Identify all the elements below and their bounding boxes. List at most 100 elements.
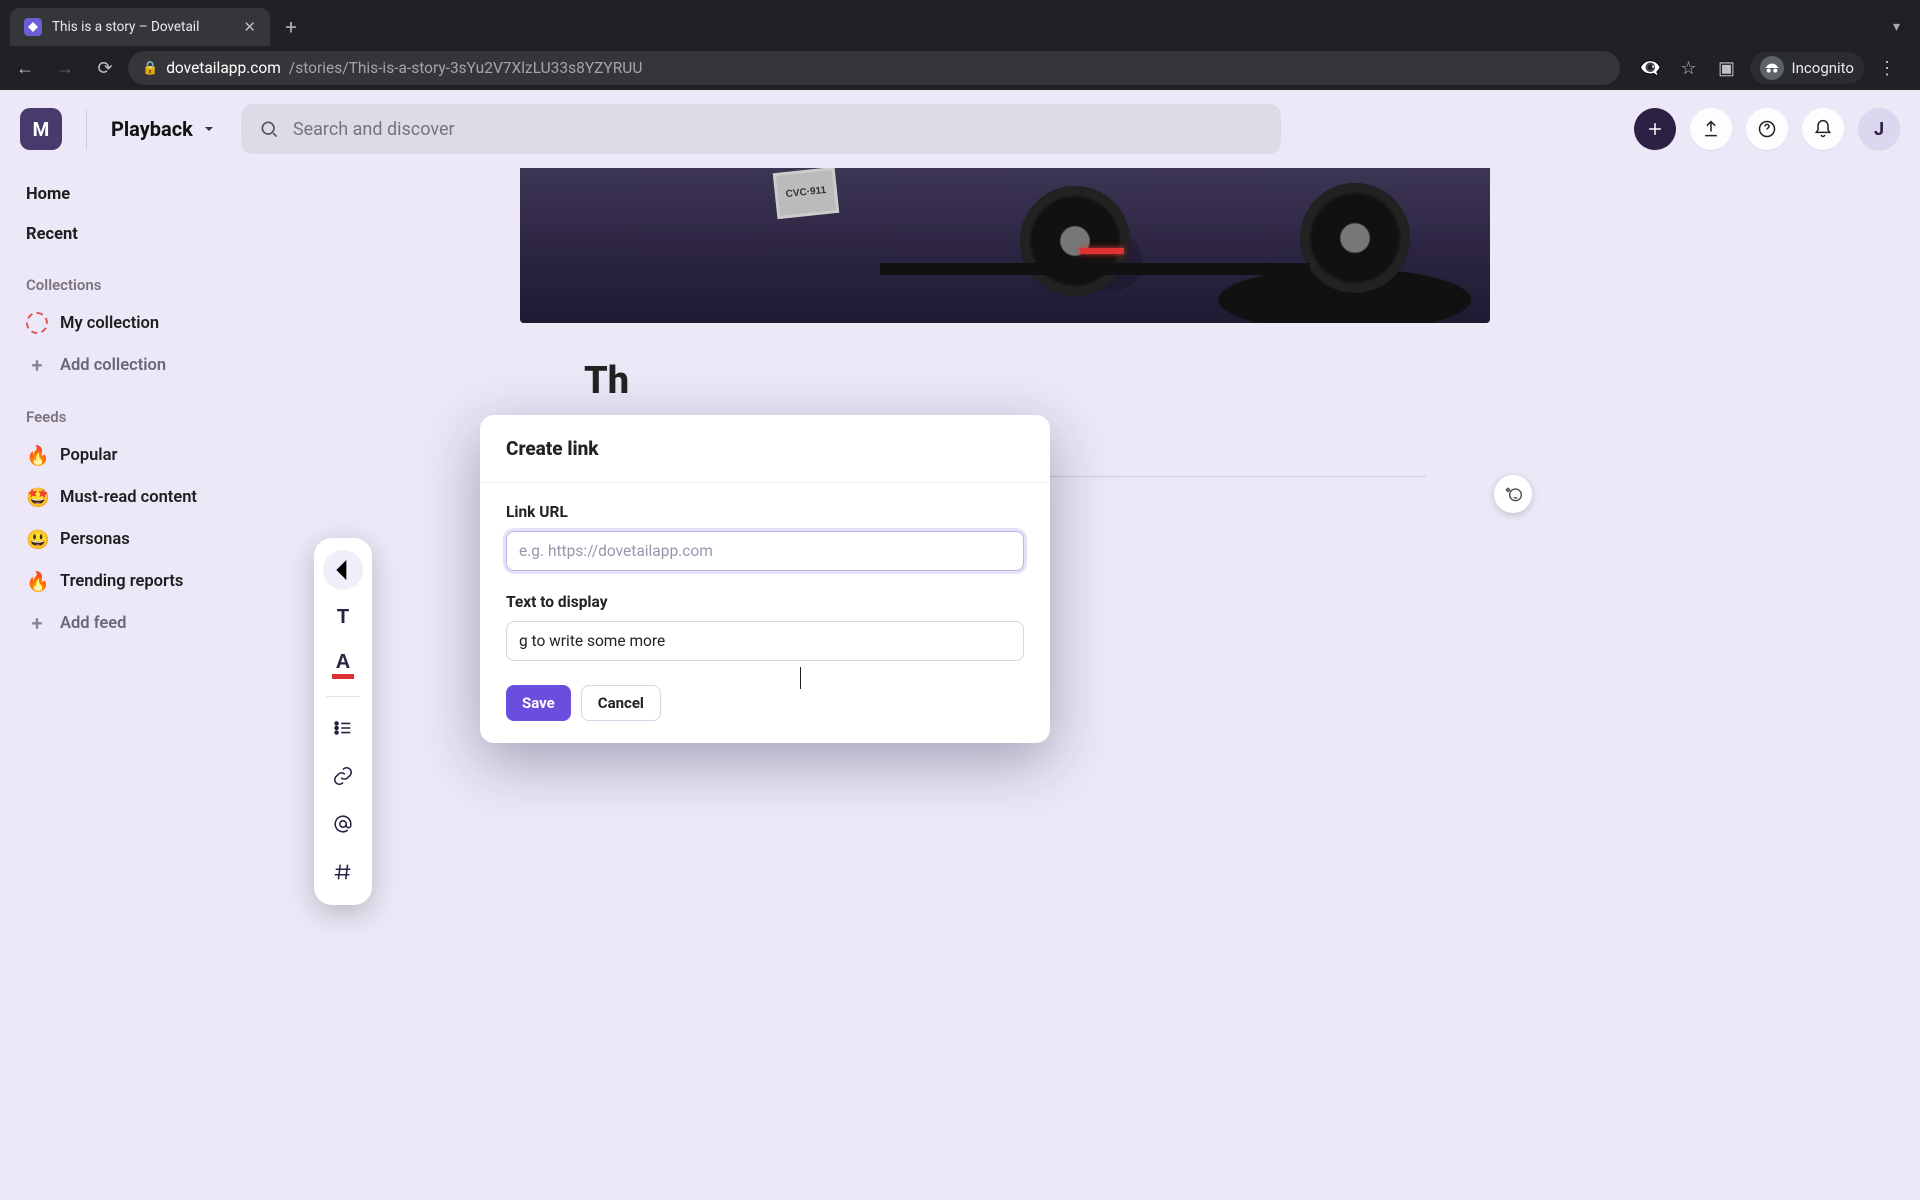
- sidebar-recent[interactable]: Recent: [18, 214, 270, 254]
- create-button[interactable]: [1634, 108, 1676, 150]
- color-swatch: [332, 674, 354, 679]
- sidebar-feed-trending[interactable]: 🔥 Trending reports: [18, 560, 270, 602]
- bell-icon: [1813, 119, 1833, 139]
- sidebar-item-label: Trending reports: [60, 572, 183, 591]
- save-button[interactable]: Save: [506, 685, 571, 721]
- text-style-button[interactable]: T: [323, 596, 363, 638]
- question-icon: [1757, 119, 1777, 139]
- text-caret: [800, 667, 801, 689]
- divider: [86, 109, 87, 149]
- search-icon: [259, 119, 279, 139]
- star-eyes-icon: 🤩: [26, 486, 48, 509]
- sidebar: Home Recent Collections My collection + …: [0, 168, 288, 1200]
- tab-title: This is a story – Dovetail: [52, 19, 199, 35]
- back-button[interactable]: ←: [8, 51, 42, 85]
- sidebar-item-label: My collection: [60, 314, 159, 333]
- upload-icon: [1701, 119, 1721, 139]
- smile-icon: 😃: [26, 528, 48, 551]
- link-url-label: Link URL: [506, 503, 1024, 521]
- reload-button[interactable]: ⟳: [88, 51, 122, 85]
- kebab-menu-icon[interactable]: ⋮: [1872, 58, 1902, 79]
- sidebar-item-label: Popular: [60, 446, 117, 465]
- sparkle-face-icon: [1503, 484, 1523, 504]
- sidebar-feed-mustread[interactable]: 🤩 Must-read content: [18, 476, 270, 518]
- fire-icon: 🔥: [26, 444, 48, 467]
- url-path: /stories/This-is-a-story-3sYu2V7XlzLU33s…: [289, 59, 643, 77]
- license-plate: CVC·911: [773, 168, 839, 219]
- browser-tab[interactable]: This is a story – Dovetail ✕: [10, 8, 270, 46]
- topbar: M Playback J: [0, 90, 1920, 168]
- plus-icon: [1645, 119, 1665, 139]
- fire-icon: 🔥: [26, 570, 48, 593]
- notifications-button[interactable]: [1802, 108, 1844, 150]
- workspace-badge[interactable]: M: [20, 108, 62, 150]
- modal-title: Create link: [480, 415, 1050, 483]
- collections-heading: Collections: [26, 276, 262, 294]
- hashtag-button[interactable]: [323, 851, 363, 893]
- sidebar-item-label: Must-read content: [60, 488, 197, 507]
- sidebar-feed-personas[interactable]: 😃 Personas: [18, 518, 270, 560]
- arrow-left-icon: [323, 550, 363, 590]
- car-sill: [880, 263, 1310, 275]
- playback-label: Playback: [111, 117, 193, 141]
- cover-image[interactable]: CVC·911: [520, 168, 1490, 323]
- wheel-front: [1300, 183, 1410, 293]
- share-button[interactable]: [1690, 108, 1732, 150]
- collection-ring-icon: [26, 312, 48, 334]
- tab-strip: This is a story – Dovetail ✕ + ▾: [0, 0, 1920, 46]
- ai-assistant-button[interactable]: [1494, 475, 1532, 513]
- text-color-button[interactable]: A: [323, 644, 363, 686]
- hash-icon: [332, 861, 354, 883]
- sidebar-item-label: Add feed: [60, 614, 126, 633]
- mention-button[interactable]: [323, 803, 363, 845]
- favicon-icon: [24, 18, 42, 36]
- feeds-heading: Feeds: [26, 408, 262, 426]
- help-button[interactable]: [1746, 108, 1788, 150]
- format-toolbar: T A: [314, 538, 372, 905]
- bullet-list-button[interactable]: [323, 707, 363, 749]
- plus-icon: +: [26, 611, 48, 635]
- chrome-right-icons: 👁‍🗨 ☆ ▣ Incognito ⋮: [1626, 52, 1912, 84]
- new-tab-button[interactable]: +: [274, 15, 308, 39]
- sidebar-item-label: Personas: [60, 530, 130, 549]
- browser-chrome: This is a story – Dovetail ✕ + ▾ ← → ⟳ 🔒…: [0, 0, 1920, 90]
- close-tab-icon[interactable]: ✕: [243, 18, 256, 36]
- forward-button[interactable]: →: [48, 51, 82, 85]
- url-host: dovetailapp.com: [166, 59, 281, 77]
- lock-icon: 🔒: [142, 61, 158, 76]
- cancel-button[interactable]: Cancel: [581, 685, 661, 721]
- reflector: [1080, 248, 1124, 254]
- add-feed-button[interactable]: + Add feed: [18, 602, 270, 644]
- text-display-label: Text to display: [506, 593, 1024, 611]
- toolbar-back-button[interactable]: [323, 550, 363, 590]
- account-avatar[interactable]: J: [1858, 108, 1900, 150]
- wheel-rear: [1020, 186, 1130, 296]
- link-url-input[interactable]: [506, 531, 1024, 571]
- text-display-input[interactable]: [506, 621, 1024, 661]
- tabs-menu-button[interactable]: ▾: [1893, 19, 1910, 35]
- incognito-icon: [1760, 56, 1784, 80]
- address-bar: ← → ⟳ 🔒 dovetailapp.com/stories/This-is-…: [0, 46, 1920, 90]
- url-field[interactable]: 🔒 dovetailapp.com/stories/This-is-a-stor…: [128, 51, 1620, 85]
- search-input[interactable]: [293, 119, 1263, 140]
- sidebar-home[interactable]: Home: [18, 174, 270, 214]
- sidebar-collection-item[interactable]: My collection: [18, 302, 270, 344]
- plus-icon: +: [26, 353, 48, 377]
- search-box[interactable]: [241, 104, 1281, 154]
- create-link-modal: Create link Link URL Text to display Sav…: [480, 415, 1050, 743]
- link-icon: [332, 765, 354, 787]
- doc-title[interactable]: Th: [584, 359, 1426, 403]
- playback-dropdown[interactable]: Playback: [111, 117, 217, 141]
- star-icon[interactable]: ☆: [1674, 58, 1704, 79]
- at-icon: [332, 813, 354, 835]
- add-collection-button[interactable]: + Add collection: [18, 344, 270, 386]
- eye-off-icon[interactable]: 👁‍🗨: [1636, 58, 1666, 79]
- sidebar-feed-popular[interactable]: 🔥 Popular: [18, 434, 270, 476]
- bullet-list-icon: [332, 717, 354, 739]
- app-root: M Playback J: [0, 90, 1920, 1200]
- chevron-down-icon: [201, 121, 217, 137]
- divider: [326, 696, 360, 697]
- panel-icon[interactable]: ▣: [1712, 58, 1742, 79]
- incognito-chip[interactable]: Incognito: [1750, 52, 1864, 84]
- insert-link-button[interactable]: [323, 755, 363, 797]
